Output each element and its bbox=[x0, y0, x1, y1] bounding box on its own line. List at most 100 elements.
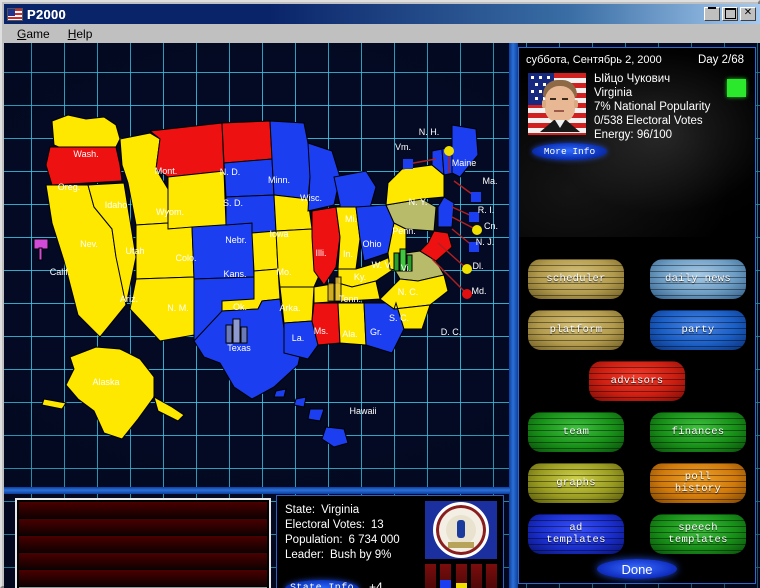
candidate-electoral-votes: 0/538 Electoral Votes bbox=[594, 115, 703, 127]
action-button-advisors[interactable]: advisors bbox=[589, 361, 685, 401]
candidate-portrait bbox=[528, 73, 586, 135]
map-label-wyom: Wyom. bbox=[156, 207, 184, 217]
day-counter: Day 2/68 bbox=[697, 54, 744, 66]
map-marker-dl-dot[interactable] bbox=[462, 264, 472, 274]
map-label-hawaii: Hawaii bbox=[349, 406, 376, 416]
message-row[interactable] bbox=[19, 519, 267, 535]
map-marker-ma-dot[interactable] bbox=[471, 192, 481, 202]
message-log-panel[interactable] bbox=[15, 498, 271, 588]
state-seal-image bbox=[425, 501, 497, 559]
state-field-state: State: Virginia bbox=[285, 503, 400, 518]
state-field-value: Virginia bbox=[321, 504, 360, 516]
map-marker-layer: Wash. Oreg. Calif. Nev. Idaho Mont. Wyom. Utah A… bbox=[50, 127, 498, 416]
horizontal-divider bbox=[4, 487, 510, 494]
action-button-label: team bbox=[562, 426, 590, 438]
map-label-iowa: Iowa bbox=[269, 229, 288, 239]
message-row[interactable] bbox=[19, 553, 267, 569]
message-row[interactable] bbox=[19, 502, 267, 518]
candidate-name: Ыйцо Чукович bbox=[594, 73, 671, 85]
application-window: P2000 ✕ GGameame Help bbox=[0, 0, 760, 588]
button-row: ad templates speech templates bbox=[528, 514, 746, 554]
map-label-ky: Ky. bbox=[354, 272, 366, 282]
map-label-cn: Cn. bbox=[484, 221, 498, 231]
status-indicator-icon bbox=[727, 79, 746, 97]
map-label-nd: N. D. bbox=[220, 167, 241, 177]
map-label-ny: N. Y. bbox=[409, 197, 428, 207]
action-button-daily-news[interactable]: daily news bbox=[650, 259, 746, 299]
action-button-scheduler[interactable]: scheduler bbox=[528, 259, 624, 299]
button-row: scheduler daily news bbox=[528, 259, 746, 299]
action-button-label: poll history bbox=[674, 471, 722, 495]
action-button-label: finances bbox=[671, 426, 725, 438]
title-bar: P2000 ✕ bbox=[4, 4, 760, 24]
close-button[interactable]: ✕ bbox=[740, 7, 756, 21]
state-field-value: 13 bbox=[370, 519, 384, 531]
map-marker-cn-dot[interactable] bbox=[472, 225, 482, 235]
map-label-nj: N. J. bbox=[476, 237, 495, 247]
date-header: суббота, Сентябрь 2, 2000 Day 2/68 bbox=[526, 54, 748, 66]
state-field-population: Population: 6 734 000 bbox=[285, 533, 400, 548]
map-label-nebr: Nebr. bbox=[225, 235, 247, 245]
state-field-label: Leader: bbox=[285, 549, 325, 561]
state-poll-bar-chart bbox=[425, 564, 497, 588]
action-button-team[interactable]: team bbox=[528, 412, 624, 452]
state-info-button[interactable]: State Info bbox=[285, 580, 359, 588]
map-label-penn: Penn. bbox=[392, 226, 416, 236]
menu-item-help[interactable]: Help bbox=[59, 25, 102, 43]
poll-bar-column bbox=[455, 564, 467, 588]
maximize-button[interactable] bbox=[722, 7, 738, 21]
map-label-mo: Mo. bbox=[276, 267, 291, 277]
map-label-ri: R. I. bbox=[478, 205, 495, 215]
state-info-panel: State: Virginia Electoral Votes: 13 Popula… bbox=[276, 495, 504, 588]
state-field-leader: Leader: Bush by 9% bbox=[285, 548, 400, 563]
map-label-mass: Ma. bbox=[482, 176, 497, 186]
action-button-ad-templates[interactable]: ad templates bbox=[528, 514, 624, 554]
state-delta-value: +4 bbox=[369, 580, 383, 588]
us-electoral-map[interactable]: Wash. Oreg. Calif. Nev. Idaho Mont. Wyom. Utah A… bbox=[8, 47, 508, 487]
map-marker-nh-dot[interactable] bbox=[444, 146, 454, 156]
map-label-okla: Ok. bbox=[233, 302, 247, 312]
map-label-calif: Calif. bbox=[50, 267, 71, 277]
map-label-gr: Gr. bbox=[370, 327, 382, 337]
map-label-wv: W. V. bbox=[372, 260, 393, 270]
map-label-illi: Illi. bbox=[316, 248, 327, 258]
map-label-dl: Dl. bbox=[473, 261, 484, 271]
action-button-finances[interactable]: finances bbox=[650, 412, 746, 452]
map-label-mich: Mi. bbox=[345, 214, 357, 224]
more-info-button[interactable]: More Info bbox=[532, 143, 607, 160]
minimize-button[interactable] bbox=[704, 7, 720, 21]
action-button-party[interactable]: party bbox=[650, 310, 746, 350]
map-label-wisc: Wisc. bbox=[300, 193, 322, 203]
map-label-dc: D. C. bbox=[441, 327, 462, 337]
map-label-colo: Colo. bbox=[175, 253, 196, 263]
map-label-nh: N. H. bbox=[419, 127, 440, 137]
window-title: P2000 bbox=[27, 6, 67, 22]
action-button-platform[interactable]: platform bbox=[528, 310, 624, 350]
candidate-details: Ыйцо Чукович Virginia 7% National Popula… bbox=[594, 73, 710, 143]
action-button-speech-templates[interactable]: speech templates bbox=[650, 514, 746, 554]
map-marker-vm-dot[interactable] bbox=[403, 159, 413, 169]
action-button-label: ad templates bbox=[546, 522, 606, 546]
done-button[interactable]: Done bbox=[597, 559, 677, 579]
map-label-kans: Kans. bbox=[223, 269, 246, 279]
action-button-poll-history[interactable]: poll history bbox=[650, 463, 746, 503]
candidate-summary: Ыйцо Чукович Virginia 7% National Popula… bbox=[528, 73, 746, 141]
action-button-graphs[interactable]: graphs bbox=[528, 463, 624, 503]
state-field-label: State: bbox=[285, 504, 316, 516]
vertical-divider bbox=[509, 43, 518, 588]
map-label-vm: Vm. bbox=[395, 142, 411, 152]
map-label-minn: Minn. bbox=[268, 175, 290, 185]
menu-item-game[interactable]: GGameame bbox=[8, 25, 59, 43]
map-label-arka: Arka. bbox=[279, 303, 300, 313]
menu-bar: GGameame Help bbox=[4, 24, 760, 43]
map-label-ohio: Ohio bbox=[362, 239, 381, 249]
button-row: graphs poll history bbox=[528, 463, 746, 503]
map-label-tenn: Tenn. bbox=[339, 294, 361, 304]
message-row[interactable] bbox=[19, 570, 267, 586]
message-row[interactable] bbox=[19, 536, 267, 552]
map-label-nc: N. C. bbox=[398, 287, 419, 297]
map-label-utah: Utah bbox=[125, 246, 144, 256]
state-field-label: Electoral Votes: bbox=[285, 519, 365, 531]
action-button-label: graphs bbox=[556, 477, 596, 489]
map-label-va: Vi. bbox=[401, 263, 411, 273]
